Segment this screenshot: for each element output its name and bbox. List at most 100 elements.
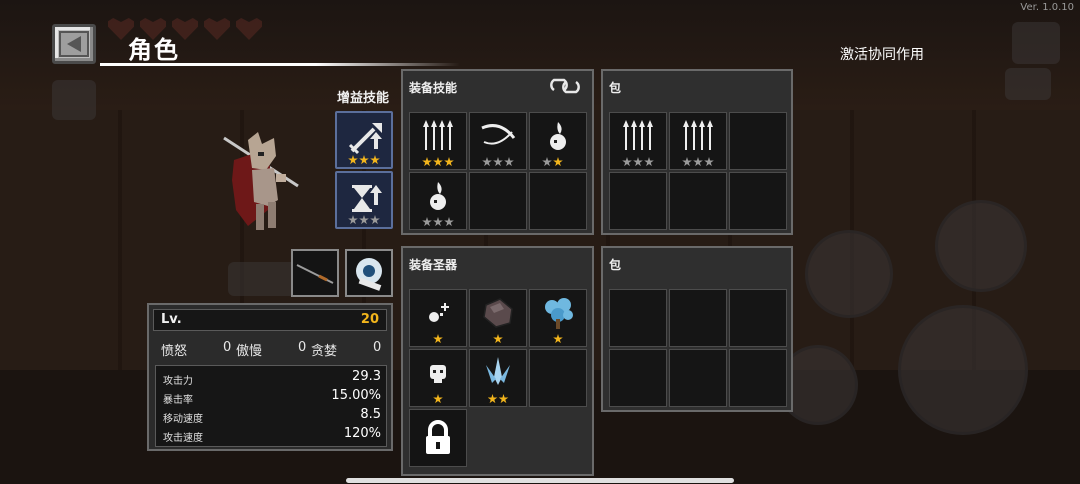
empty-bag-slot[interactable]	[669, 172, 727, 230]
relic-slot[interactable]	[409, 289, 467, 347]
attr-row: 暴击率 15.00%	[163, 388, 381, 406]
empty-bag-slot[interactable]	[729, 349, 787, 407]
title-underline	[100, 63, 460, 66]
skill-slot[interactable]	[409, 172, 467, 230]
empty-bag-slot[interactable]	[669, 289, 727, 347]
back-button[interactable]	[52, 24, 96, 64]
relic-slot[interactable]	[469, 289, 527, 347]
sin-counters: 愤怒 0 傲慢 0 贪婪 0	[161, 340, 383, 359]
sin-wrath-label: 愤怒	[161, 344, 188, 359]
star-icon	[422, 217, 432, 227]
star-icon	[498, 394, 509, 404]
relics-bag-title: 包	[609, 258, 622, 272]
arrow-volley-icon	[423, 120, 453, 150]
attr-row: 攻击速度 120%	[163, 426, 381, 444]
sign-ghost	[228, 262, 298, 296]
map-ghost-button	[1005, 68, 1051, 100]
star-rating	[337, 155, 391, 165]
equipped-relics-panel: 装备圣器	[401, 246, 594, 476]
attack-ghost-button	[898, 305, 1028, 435]
skills-bag-title: 包	[609, 81, 622, 95]
empty-bag-slot[interactable]	[609, 349, 667, 407]
relic-slot[interactable]	[409, 349, 467, 407]
attr-row: 攻击力 29.3	[163, 369, 381, 387]
menu-ghost-button	[52, 80, 96, 120]
home-indicator[interactable]	[346, 478, 734, 483]
pause-ghost-button	[1012, 22, 1060, 64]
attr-value: 8.5	[360, 407, 381, 422]
star-icon	[553, 334, 563, 344]
star-rating	[610, 157, 666, 167]
equipped-relics-title: 装备圣器	[409, 258, 458, 272]
relics-bag-panel: 包	[601, 246, 793, 412]
empty-bag-slot[interactable]	[729, 172, 787, 230]
sparkle-orb-icon	[429, 303, 449, 322]
weapon-slot[interactable]	[291, 249, 339, 297]
star-rating	[530, 334, 586, 344]
star-rating	[530, 157, 586, 167]
empty-bag-slot[interactable]	[669, 349, 727, 407]
star-icon	[444, 217, 454, 227]
locked-relic-slot[interactable]	[409, 409, 467, 467]
empty-bag-slot[interactable]	[609, 172, 667, 230]
sin-greed-label: 贪婪	[311, 344, 338, 359]
star-icon	[422, 157, 432, 167]
attr-name: 攻击力	[163, 376, 193, 387]
boost-slot-2[interactable]	[335, 171, 393, 229]
skills-bag-panel: 包	[601, 69, 793, 235]
star-rating	[470, 394, 526, 404]
star-icon	[682, 157, 692, 167]
star-icon	[359, 155, 369, 165]
bag-slot[interactable]	[609, 112, 667, 170]
star-rating	[670, 157, 726, 167]
empty-bag-slot[interactable]	[609, 289, 667, 347]
sword-up-icon	[348, 123, 382, 155]
boost-slot-1[interactable]	[335, 111, 393, 169]
arrow-volley-icon	[683, 120, 713, 150]
attr-name: 攻击速度	[163, 433, 203, 444]
stats-panel: Lv. 20 愤怒 0 傲慢 0 贪婪 0 攻击力 29.3 暴击率 15.00…	[147, 303, 393, 451]
bandage-icon	[356, 258, 382, 291]
star-icon	[433, 157, 443, 167]
activate-synergy-button[interactable]: 激活协同作用	[840, 44, 924, 64]
relic-slot[interactable]	[529, 289, 587, 347]
level-value: 20	[360, 312, 379, 327]
star-icon	[482, 157, 492, 167]
skill-slot[interactable]	[529, 112, 587, 170]
star-rating	[337, 215, 391, 225]
empty-bag-slot[interactable]	[729, 112, 787, 170]
sin-greed-value: 0	[373, 340, 382, 355]
star-icon	[433, 394, 443, 404]
star-icon	[504, 157, 514, 167]
sin-wrath-value: 0	[223, 340, 232, 355]
synergy-link-icon[interactable]	[550, 76, 584, 96]
skill-slot[interactable]	[409, 112, 467, 170]
star-icon	[444, 157, 454, 167]
star-icon	[433, 334, 443, 344]
star-icon	[348, 215, 358, 225]
boost-skills-label: 增益技能	[337, 91, 390, 106]
hourglass-up-icon	[352, 185, 382, 212]
star-icon	[633, 157, 643, 167]
equipped-skills-panel: 装备技能	[401, 69, 594, 235]
star-rating	[470, 157, 526, 167]
lock-icon	[426, 420, 450, 454]
sin-pride-value: 0	[298, 340, 307, 355]
back-arrow-icon	[59, 31, 89, 57]
page-title: 角色	[128, 36, 180, 64]
blue-tree-icon	[545, 298, 573, 329]
empty-skill-slot[interactable]	[469, 172, 527, 230]
bag-slot[interactable]	[669, 112, 727, 170]
star-icon	[493, 334, 503, 344]
skill-slot[interactable]	[469, 112, 527, 170]
empty-relic-slot[interactable]	[529, 349, 587, 407]
empty-skill-slot[interactable]	[529, 172, 587, 230]
star-icon	[487, 394, 498, 404]
empty-bag-slot[interactable]	[729, 289, 787, 347]
attr-row: 移动速度 8.5	[163, 407, 381, 425]
accessory-slot[interactable]	[345, 249, 393, 297]
relic-slot[interactable]	[469, 349, 527, 407]
star-icon	[644, 157, 654, 167]
equipped-skills-title: 装备技能	[409, 81, 458, 95]
version-label: Ver. 1.0.10	[1020, 2, 1074, 13]
